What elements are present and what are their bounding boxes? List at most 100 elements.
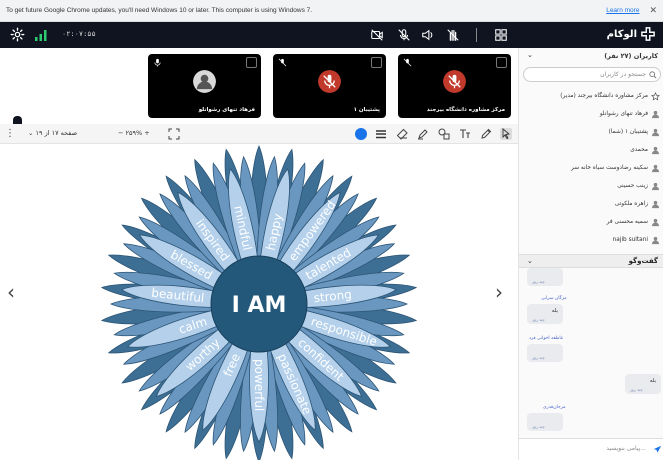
learn-more-link[interactable]: Learn more — [606, 7, 639, 14]
text-tool-icon[interactable] — [459, 128, 471, 140]
user-icon — [651, 200, 660, 209]
participant-name: فرهاد تنهای رشوانلو — [198, 107, 255, 113]
user-list-item[interactable]: زاهره ملکوتی — [519, 196, 663, 214]
zoom-level: − ۲۵۹% + — [118, 129, 150, 137]
muted-mic-icon — [443, 70, 466, 93]
participant-name: مرکز مشاوره دانشگاه بیرجند — [426, 107, 505, 113]
highlighter-icon[interactable] — [417, 128, 429, 140]
fit-screen-icon[interactable] — [168, 128, 180, 140]
chat-text: بله — [649, 378, 656, 384]
chat-input[interactable]: پیامی بنویسید... — [519, 438, 663, 460]
user-list-item[interactable]: سمیه محسنی فر — [519, 214, 663, 232]
close-notice-icon[interactable]: ✕ — [649, 6, 657, 16]
user-list-item[interactable]: مرکز مشاوره دانشگاه بیرجند (مدیر) — [519, 88, 663, 106]
user-list-item[interactable]: سکینه رضادوست سیاه خانه سر — [519, 160, 663, 178]
chat-sender: مژگان سرایی — [541, 296, 567, 301]
user-icon — [651, 146, 660, 155]
video-tile[interactable]: مرکز مشاوره دانشگاه بیرجند — [398, 54, 511, 118]
user-avatar-icon — [193, 70, 216, 93]
users-header-label: کاربران (۲۷ نفر) — [604, 51, 658, 60]
page-chevron-icon[interactable]: ⌄ — [28, 129, 36, 137]
user-icon — [651, 182, 660, 191]
search-placeholder: جستجو در کاربران — [600, 71, 646, 78]
shapes-icon[interactable] — [438, 128, 450, 140]
chat-sender: عاطفه اخوانی فرد — [529, 336, 564, 341]
chevron-down-icon[interactable]: ⌄ — [527, 257, 533, 265]
video-tile[interactable]: پشتیبان ۱ — [273, 54, 386, 118]
collapse-tiles-tab[interactable] — [13, 116, 22, 124]
host-star-icon — [651, 92, 660, 101]
page-label: صفحه ۱۷ از ۱۹ — [35, 129, 78, 137]
whiteboard-canvas[interactable]: ‹ › happy empowered talented strong responsi… — [0, 144, 518, 460]
user-name: سکینه رضادوست سیاه خانه سر — [571, 165, 648, 171]
stroke-width-icon[interactable] — [375, 128, 387, 140]
i-am-flower-image: happy empoweredtalentedstrongresponsiblec… — [100, 145, 418, 460]
flower-center-text: I AM — [232, 293, 287, 318]
user-list-item[interactable]: فرهاد تنهای رشوانلو — [519, 106, 663, 124]
user-icon — [651, 218, 660, 227]
chat-sender: مرجان‌قدری — [543, 405, 566, 410]
camera-off-icon[interactable] — [370, 28, 384, 42]
chat-time: چند روز — [532, 317, 545, 322]
raise-hand-icon[interactable] — [446, 28, 460, 42]
video-strip: فرهاد تنهای رشوانلو پشتیبان ۱ مرکز مشاور… — [0, 48, 518, 124]
user-name: زاهره ملکوتی — [614, 201, 648, 207]
user-name: فرهاد تنهای رشوانلو — [599, 111, 648, 117]
page-indicator[interactable]: ⌄ صفحه ۱۷ از ۱۹ — [28, 129, 77, 137]
user-icon — [651, 236, 660, 245]
color-picker[interactable] — [355, 128, 367, 140]
chat-header-label: گفت‌وگو — [628, 257, 658, 265]
chat-bubble: بله چند روز — [527, 304, 563, 324]
chat-bubble: چند روز — [527, 268, 563, 286]
muted-mic-icon — [318, 70, 341, 93]
pencil-icon[interactable] — [480, 128, 492, 140]
speaker-icon[interactable] — [421, 28, 435, 42]
more-menu-icon[interactable]: ⋮ — [5, 128, 15, 139]
session-timer: ۰۲:۰۷:۵۵ — [62, 30, 96, 38]
chevron-down-icon[interactable]: ⌄ — [527, 51, 533, 59]
search-icon — [649, 71, 657, 79]
video-tile[interactable]: فرهاد تنهای رشوانلو — [148, 54, 261, 118]
logo-text: الوکام — [606, 28, 637, 40]
mic-off-icon — [403, 58, 412, 67]
gear-icon[interactable] — [10, 27, 25, 42]
pointer-icon[interactable] — [500, 128, 512, 140]
signal-strength-icon — [35, 30, 47, 41]
chrome-notice-message: To get future Google Chrome updates, you… — [6, 7, 313, 14]
petal-word: powerful — [252, 359, 266, 411]
user-icon — [651, 164, 660, 173]
fullscreen-icon[interactable] — [496, 57, 507, 68]
app-topbar: ۰۲:۰۷:۵۵ الوکام — [0, 22, 663, 48]
user-list-item[interactable]: محمدی — [519, 142, 663, 160]
chat-time: چند روز — [532, 355, 545, 360]
participant-name: پشتیبان ۱ — [353, 107, 380, 113]
fullscreen-icon[interactable] — [246, 57, 257, 68]
zoom-out-button[interactable]: − — [118, 129, 123, 137]
zoom-value: ۲۵۹% — [125, 129, 143, 137]
eraser-icon[interactable] — [396, 128, 408, 140]
chat-input-placeholder: پیامی بنویسید... — [606, 445, 646, 452]
right-sidebar: ⌄ کاربران (۲۷ نفر) جستجو در کاربران مرکز… — [518, 48, 663, 460]
chrome-update-notice: To get future Google Chrome updates, you… — [0, 0, 663, 22]
zoom-in-button[interactable]: + — [144, 129, 149, 137]
mic-off-icon[interactable] — [397, 28, 411, 42]
send-icon[interactable] — [653, 445, 662, 454]
logo-cross-icon — [641, 27, 655, 41]
user-list-item[interactable]: پشتیبان ۱ (شما) — [519, 124, 663, 142]
chat-time: چند روز — [630, 387, 643, 392]
chat-bubble-own: بله چند روز — [625, 374, 661, 394]
user-icon — [651, 110, 660, 119]
chat-bubble: چند روز — [527, 413, 563, 431]
chat-bubble: چند روز — [527, 344, 563, 362]
user-search-input[interactable]: جستجو در کاربران — [523, 67, 661, 82]
grid-layout-icon[interactable] — [494, 28, 508, 42]
chat-panel-header[interactable]: ⌄ گفت‌وگو — [519, 254, 663, 268]
user-list-item[interactable]: najib sultani — [519, 232, 663, 250]
chat-text: بله — [551, 308, 558, 314]
chat-messages: چند روز مژگان سرایی بله چند روز عاطفه اخ… — [519, 268, 663, 438]
users-panel-header[interactable]: ⌄ کاربران (۲۷ نفر) — [519, 48, 663, 63]
whiteboard-toolbar: ⋮ ⌄ صفحه ۱۷ از ۱۹ − ۲۵۹% + — [0, 124, 518, 144]
fullscreen-icon[interactable] — [371, 57, 382, 68]
user-list-item[interactable]: زینب حسینی — [519, 178, 663, 196]
user-icon — [651, 128, 660, 137]
